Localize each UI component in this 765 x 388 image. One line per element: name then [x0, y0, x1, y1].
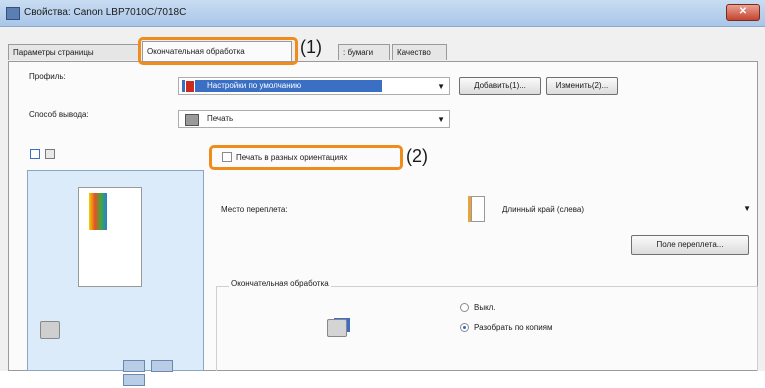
finishing-option-off-label: Выкл. — [474, 303, 496, 312]
printer-icon — [6, 7, 20, 20]
chevron-down-icon: ▼ — [743, 204, 751, 213]
option-highlight-frame — [209, 145, 403, 170]
finishing-group-label: Окончательная обработка — [229, 279, 331, 288]
output-method-label: Способ вывода: — [29, 110, 89, 119]
callout-1: (1) — [300, 37, 322, 57]
zoom-in-icon[interactable] — [123, 374, 145, 386]
finishing-option-off-radio[interactable] — [460, 303, 469, 312]
tab-highlight-frame — [138, 37, 298, 65]
profile-value: Настройки по умолчанию — [207, 81, 302, 90]
close-button[interactable]: ✕ — [726, 4, 760, 21]
printer-properties-window: Свойства: Canon LBP7010C/7018C ✕ Парамет… — [0, 0, 765, 386]
finishing-option-collate-radio[interactable] — [460, 323, 469, 332]
finishing-option-collate-label: Разобрать по копиям — [474, 323, 553, 332]
printer-view-icon[interactable] — [45, 149, 55, 159]
tab-strip: Параметры страницы Окончательная обработ… — [8, 41, 758, 61]
tab-paper-source[interactable]: : бумаги — [338, 44, 390, 60]
preview-controls[interactable] — [123, 360, 199, 386]
printer-output-icon — [185, 114, 199, 126]
window-title: Свойства: Canon LBP7010C/7018C — [24, 7, 187, 18]
color-preview-bar — [89, 193, 107, 230]
paper-stack-icon — [40, 321, 60, 339]
profile-label: Профиль: — [29, 72, 66, 81]
binding-location-select[interactable]: Длинный край (слева) ▼ — [457, 194, 757, 224]
output-method-select[interactable]: Печать ▼ — [178, 110, 450, 128]
preview-pane — [27, 170, 204, 386]
tab-quality[interactable]: Качество — [392, 44, 447, 60]
zoom-out-icon[interactable] — [123, 360, 145, 372]
binding-location-value: Длинный край (слева) — [502, 205, 584, 214]
output-method-value: Печать — [207, 114, 234, 123]
chevron-down-icon: ▼ — [437, 115, 445, 124]
binding-side-icon — [471, 196, 485, 222]
chevron-down-icon: ▼ — [437, 82, 445, 91]
title-bar: Свойства: Canon LBP7010C/7018C ✕ — [0, 0, 765, 27]
binding-location-label: Место переплета: — [221, 205, 288, 214]
profile-icon — [185, 80, 195, 93]
callout-2: (2) — [406, 146, 428, 166]
profile-select[interactable]: Настройки по умолчанию ▼ — [178, 77, 450, 95]
page-preview — [78, 187, 142, 287]
binding-margin-button[interactable]: Поле переплета... — [631, 235, 749, 255]
zoom-fit-icon[interactable] — [150, 360, 173, 372]
add-profile-button[interactable]: Добавить(1)... — [459, 77, 541, 95]
single-page-view-icon[interactable] — [30, 149, 40, 159]
tab-page-setup[interactable]: Параметры страницы — [8, 44, 140, 60]
collate-illustration-icon — [327, 319, 347, 337]
edit-profile-button[interactable]: Изменить(2)... — [546, 77, 618, 95]
